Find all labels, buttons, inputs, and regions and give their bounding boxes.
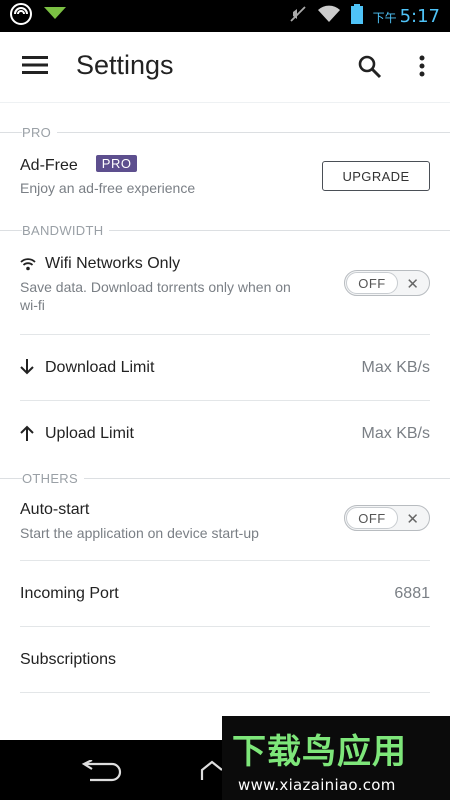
setting-download-limit[interactable]: Download Limit Max KB/s — [0, 335, 450, 401]
incoming-port-title: Incoming Port — [20, 585, 119, 602]
watermark-url: www.xiazainiao.com — [238, 776, 396, 794]
watermark-logo: 下载鸟应用 — [232, 732, 407, 772]
ad-free-subtitle: Enjoy an ad-free experience — [20, 180, 196, 196]
page-title: Settings — [76, 50, 174, 80]
download-limit-title: Download Limit — [45, 359, 155, 376]
section-others: OTHERS — [0, 467, 450, 489]
setting-incoming-port[interactable]: Incoming Port 6881 — [0, 561, 450, 627]
wifi-only-subtitle-1: Save data. Download torrents only when o… — [20, 279, 291, 295]
setting-wifi-only[interactable]: Wifi Networks Only Save data. Download t… — [0, 241, 450, 335]
app-bar: Settings — [0, 32, 450, 103]
incoming-port-value: 6881 — [394, 585, 430, 602]
auto-start-subtitle: Start the application on device start-up — [20, 525, 259, 541]
watermark: 下载鸟应用 www.xiazainiao.com — [222, 716, 450, 800]
setting-upload-limit[interactable]: Upload Limit Max KB/s — [0, 401, 450, 467]
toggle-x-icon: ✕ — [406, 276, 419, 293]
setting-ad-free[interactable]: Ad-Free PRO Enjoy an ad-free experience U… — [0, 143, 450, 219]
toggle-x-icon: ✕ — [406, 511, 419, 528]
home-icon[interactable] — [200, 758, 224, 787]
setting-subscriptions[interactable]: Subscriptions — [0, 627, 450, 693]
status-clock: 下午 5:17 — [373, 6, 440, 27]
pro-badge: PRO — [95, 155, 138, 172]
battery-icon — [350, 3, 363, 29]
upgrade-button[interactable]: UPGRADE — [322, 161, 430, 191]
section-header-pro: PRO — [22, 125, 58, 140]
setting-auto-start[interactable]: Auto-start Start the application on devi… — [0, 489, 450, 561]
back-icon[interactable] — [78, 759, 122, 787]
upload-limit-title: Upload Limit — [45, 425, 134, 442]
search-icon[interactable] — [358, 55, 382, 84]
section-header-others: OTHERS — [22, 471, 84, 486]
arrow-up-icon — [20, 425, 34, 446]
ad-free-title: Ad-Free — [20, 157, 78, 174]
status-ampm: 下午 — [372, 10, 397, 25]
more-options-icon[interactable] — [418, 55, 426, 82]
row-divider — [20, 692, 430, 693]
upload-limit-value: Max KB/s — [361, 425, 430, 442]
arrow-down-icon — [20, 359, 34, 380]
download-notification-icon — [44, 6, 66, 26]
app-logo-icon — [10, 2, 32, 30]
section-bandwidth: BANDWIDTH — [0, 219, 450, 241]
wifi-only-toggle[interactable]: OFF ✕ — [344, 270, 430, 296]
toggle-off-label: OFF — [346, 507, 398, 529]
menu-icon[interactable] — [22, 55, 48, 80]
section-divider — [0, 132, 450, 133]
section-header-bandwidth: BANDWIDTH — [22, 223, 110, 238]
download-limit-value: Max KB/s — [361, 359, 430, 376]
auto-start-title: Auto-start — [20, 501, 90, 518]
wifi-only-subtitle-2: wi-fi — [20, 297, 45, 313]
mute-icon — [289, 5, 307, 28]
settings-list: PRO Ad-Free PRO Enjoy an ad-free experien… — [0, 103, 450, 693]
status-time: 5:17 — [399, 5, 440, 27]
section-pro: PRO — [0, 121, 450, 143]
toggle-off-label: OFF — [346, 272, 398, 294]
wifi-signal-icon — [317, 5, 341, 28]
subscriptions-title: Subscriptions — [20, 651, 117, 668]
wifi-only-title: Wifi Networks Only — [45, 255, 181, 272]
status-bar: 下午 5:17 — [0, 0, 450, 32]
auto-start-toggle[interactable]: OFF ✕ — [344, 505, 430, 531]
wifi-icon — [20, 257, 36, 276]
